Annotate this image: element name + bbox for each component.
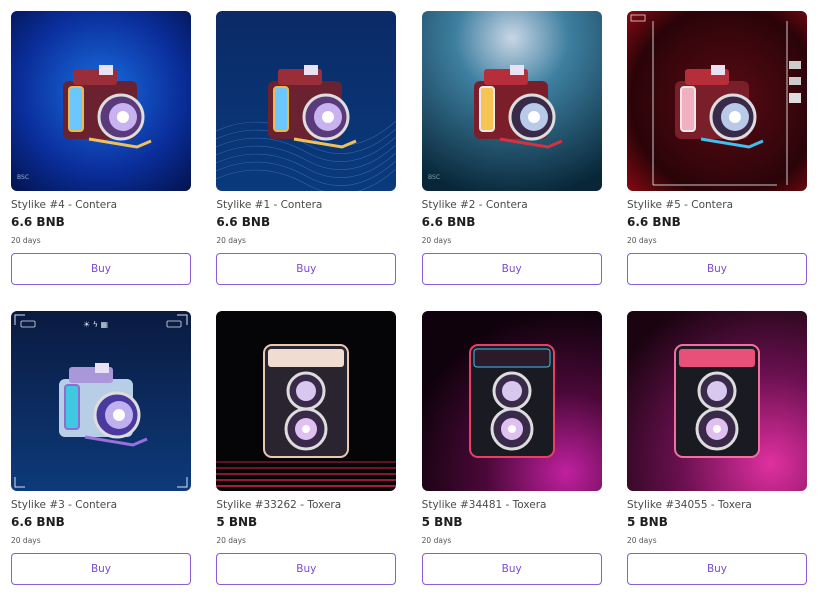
camera-icon bbox=[673, 344, 760, 458]
nft-title: Stylike #2 - Contera bbox=[421, 199, 528, 211]
buy-button[interactable]: Buy bbox=[11, 553, 191, 585]
svg-text:BSC: BSC bbox=[428, 174, 440, 181]
buy-button[interactable]: Buy bbox=[421, 253, 602, 285]
nft-card: BSC Stylike #2 - Contera 6.6 BNB 20 days… bbox=[421, 11, 602, 311]
buy-button[interactable]: Buy bbox=[421, 553, 602, 585]
nft-duration: 20 days bbox=[421, 236, 452, 245]
nft-card: BSC Stylike #4 - Contera 6.6 BNB 20 days… bbox=[11, 11, 191, 311]
nft-title: Stylike #1 - Contera bbox=[216, 199, 323, 211]
nft-image[interactable] bbox=[216, 11, 397, 191]
nft-price: 6.6 BNB bbox=[216, 215, 271, 229]
svg-text:☀ ϟ ▦: ☀ ϟ ▦ bbox=[83, 320, 108, 329]
nft-card: Stylike #34481 - Toxera 5 BNB 20 days Bu… bbox=[421, 311, 602, 611]
nft-card: Stylike #34055 - Toxera 5 BNB 20 days Bu… bbox=[626, 311, 807, 611]
camera-icon bbox=[263, 344, 350, 458]
nft-duration: 20 days bbox=[216, 536, 246, 545]
camera-icon bbox=[468, 344, 555, 458]
nft-price: 5 BNB bbox=[216, 515, 258, 529]
buy-button[interactable]: Buy bbox=[626, 553, 807, 585]
buy-button[interactable]: Buy bbox=[626, 253, 807, 285]
nft-price: 6.6 BNB bbox=[11, 215, 65, 229]
nft-image[interactable]: BSC bbox=[421, 11, 602, 191]
nft-title: Stylike #4 - Contera bbox=[11, 199, 118, 211]
buy-button[interactable]: Buy bbox=[216, 253, 397, 285]
nft-title: Stylike #34481 - Toxera bbox=[421, 499, 547, 511]
nft-price: 5 BNB bbox=[626, 515, 668, 529]
nft-duration: 20 days bbox=[626, 536, 657, 545]
nft-duration: 20 days bbox=[421, 536, 452, 545]
nft-image[interactable]: BSC bbox=[11, 11, 191, 191]
nft-duration: 20 days bbox=[216, 236, 246, 245]
nft-image[interactable] bbox=[626, 11, 807, 191]
nft-image[interactable] bbox=[421, 311, 602, 491]
nft-price: 6.6 BNB bbox=[11, 515, 65, 529]
nft-duration: 20 days bbox=[11, 536, 41, 545]
nft-price: 6.6 BNB bbox=[626, 215, 681, 229]
nft-price: 5 BNB bbox=[421, 515, 463, 529]
nft-price: 6.6 BNB bbox=[421, 215, 476, 229]
nft-title: Stylike #33262 - Toxera bbox=[216, 499, 342, 511]
nft-title: Stylike #34055 - Toxera bbox=[626, 499, 752, 511]
nft-card: Stylike #5 - Contera 6.6 BNB 20 days Buy bbox=[626, 11, 807, 311]
nft-title: Stylike #3 - Contera bbox=[11, 499, 118, 511]
nft-card: ☀ ϟ ▦ Stylike #3 - Contera 6.6 BNB 20 da… bbox=[11, 311, 191, 611]
nft-card: Stylike #33262 - Toxera 5 BNB 20 days Bu… bbox=[216, 311, 397, 611]
buy-button[interactable]: Buy bbox=[11, 253, 191, 285]
nft-duration: 20 days bbox=[626, 236, 657, 245]
nft-image[interactable] bbox=[626, 311, 807, 491]
svg-text:BSC: BSC bbox=[17, 174, 29, 181]
nft-title: Stylike #5 - Contera bbox=[626, 199, 733, 211]
nft-image[interactable]: ☀ ϟ ▦ bbox=[11, 311, 191, 491]
nft-duration: 20 days bbox=[11, 236, 41, 245]
nft-card: Stylike #1 - Contera 6.6 BNB 20 days Buy bbox=[216, 11, 397, 311]
buy-button[interactable]: Buy bbox=[216, 553, 397, 585]
nft-image[interactable] bbox=[216, 311, 397, 491]
nft-grid: BSC Stylike #4 - Contera 6.6 BNB 20 days… bbox=[11, 11, 807, 611]
